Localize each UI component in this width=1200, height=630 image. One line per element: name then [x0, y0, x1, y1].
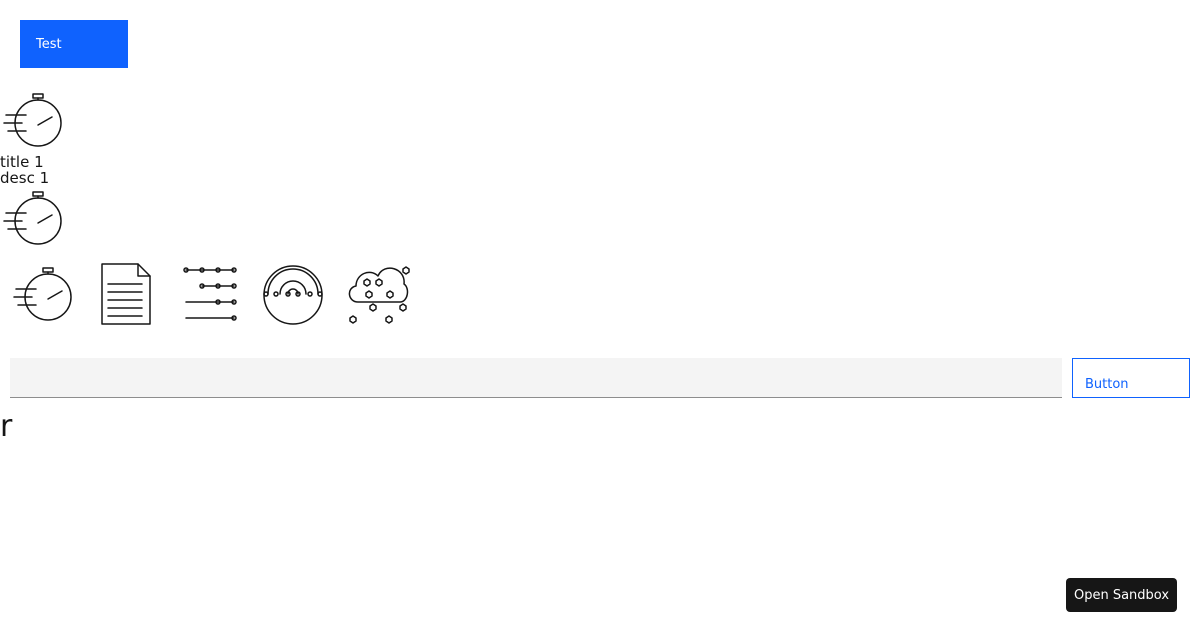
- stopwatch-icon: [0, 92, 64, 150]
- stopwatch-icon: [0, 190, 64, 248]
- test-button[interactable]: Test: [20, 20, 128, 68]
- stray-glyph: r: [0, 409, 13, 444]
- tile-description: desc 1: [0, 169, 50, 187]
- open-sandbox-button[interactable]: Open Sandbox: [1066, 578, 1177, 612]
- cloud-data-icon: [344, 262, 414, 328]
- tertiary-button[interactable]: Button: [1072, 358, 1190, 398]
- stopwatch-icon: [10, 266, 74, 324]
- gauge-icon: [260, 262, 326, 328]
- page: Test title 1 desc 1 Button r Open Sandbo…: [0, 0, 1200, 630]
- tile-title: title 1: [0, 153, 44, 171]
- text-input[interactable]: [10, 358, 1062, 398]
- document-icon: [96, 262, 156, 328]
- sliders-icon: [180, 264, 242, 324]
